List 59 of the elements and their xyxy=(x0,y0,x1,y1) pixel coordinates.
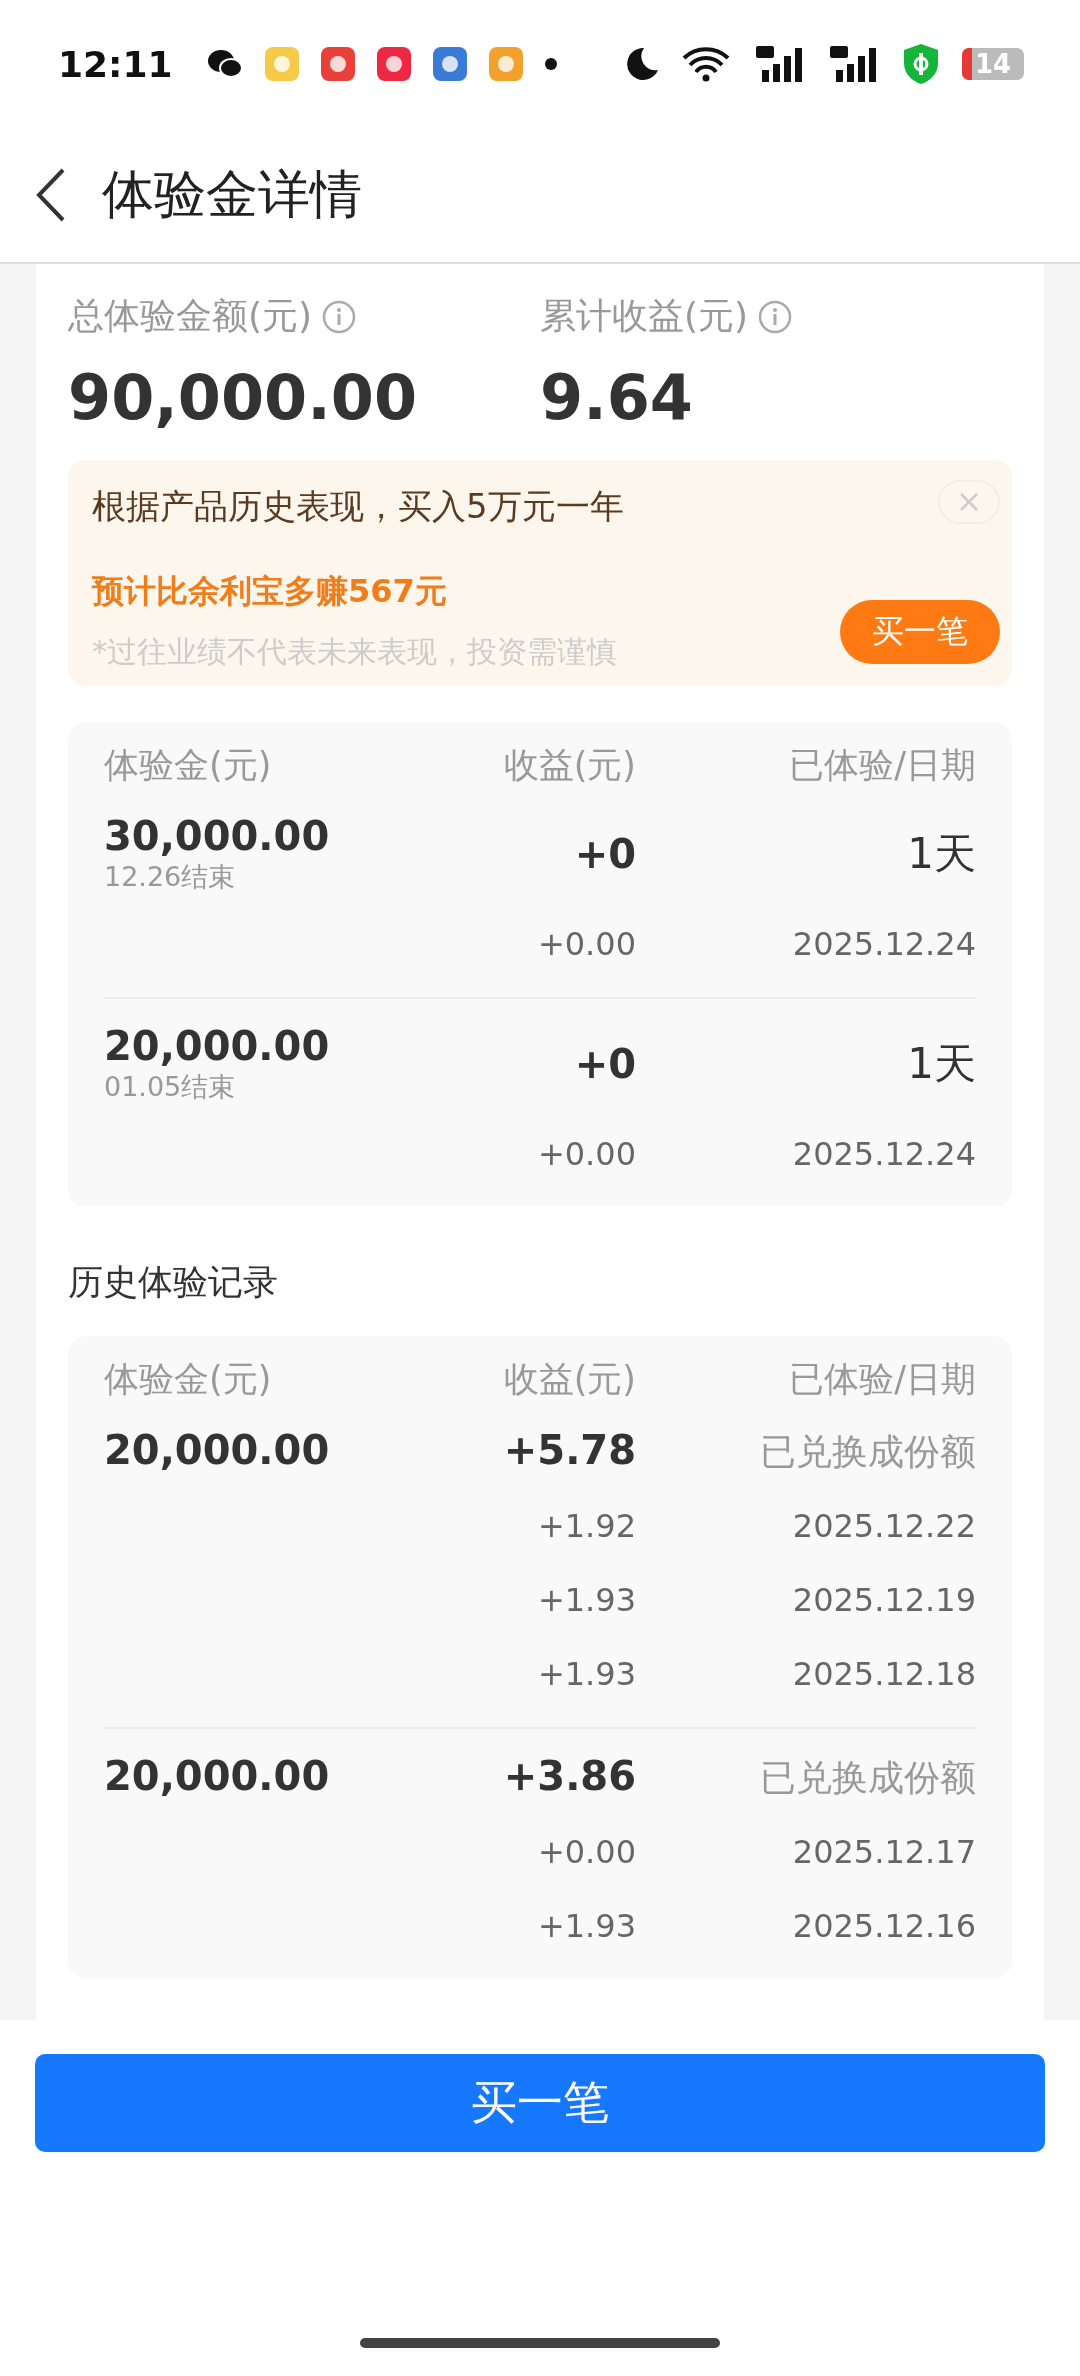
daily-gain-text: +0.00 xyxy=(536,1135,636,1173)
page-title: 体验金详情 xyxy=(102,163,362,226)
status-text: 已兑换成份额 xyxy=(759,1756,976,1800)
status-text: 1天 xyxy=(906,828,976,880)
column-header: 已体验/日期 xyxy=(788,1358,976,1401)
column-header: 体验金(元) xyxy=(104,744,273,787)
close-button[interactable] xyxy=(938,480,1000,524)
column-header: 收益(元) xyxy=(502,1358,636,1401)
status-time: 12:11 xyxy=(58,43,173,85)
column-header: 已体验/日期 xyxy=(788,744,976,787)
date-text: 2025.12.22 xyxy=(791,1507,976,1545)
banner-highlight: 预计比余利宝多赚567元 xyxy=(92,571,448,612)
gain-text: +0 xyxy=(573,831,636,877)
end-date-note: 01.05结束 xyxy=(104,1070,237,1104)
date-text: 2025.12.19 xyxy=(791,1581,976,1619)
amount-text: 20,000.00 xyxy=(104,1427,330,1473)
app-icon xyxy=(432,47,467,81)
date-text: 2025.12.24 xyxy=(791,925,976,963)
date-text: 2025.12.18 xyxy=(791,1655,976,1693)
daily-gain-text: +1.93 xyxy=(536,1655,636,1693)
gain-text: +0 xyxy=(573,1041,636,1087)
close-icon xyxy=(959,492,979,512)
status-text: 已兑换成份额 xyxy=(759,1430,976,1474)
daily-gain-text: +0.00 xyxy=(536,1833,636,1871)
amount-text: 20,000.00 xyxy=(104,1023,330,1069)
status-text: 1天 xyxy=(906,1038,976,1090)
daily-gain-text: +1.92 xyxy=(536,1507,636,1545)
summary-label: 累计收益(元) xyxy=(540,294,749,338)
wifi-icon xyxy=(682,46,732,82)
buy-button[interactable]: 买一笔 xyxy=(35,2054,1045,2152)
summary-value: 90,000.00 xyxy=(68,361,419,434)
end-date-note: 12.26结束 xyxy=(104,860,237,894)
section-title: 历史体验记录 xyxy=(68,1261,279,1304)
amount-text: 30,000.00 xyxy=(104,813,330,859)
moon-icon xyxy=(624,46,660,82)
daily-gain-text: +0.00 xyxy=(536,925,636,963)
column-header: 体验金(元) xyxy=(104,1358,273,1401)
gain-text: +5.78 xyxy=(502,1427,636,1473)
buy-small-button[interactable]: 买一笔 xyxy=(840,600,1000,664)
daily-gain-text: +1.93 xyxy=(536,1581,636,1619)
app-icon xyxy=(320,47,355,81)
app-icon xyxy=(488,47,523,81)
column-header: 收益(元) xyxy=(502,744,636,787)
date-text: 2025.12.17 xyxy=(791,1833,976,1871)
daily-gain-text: +1.93 xyxy=(536,1907,636,1945)
app-icon xyxy=(264,47,299,81)
amount-text: 20,000.00 xyxy=(104,1753,330,1799)
date-text: 2025.12.16 xyxy=(791,1907,976,1945)
back-icon[interactable] xyxy=(36,168,66,222)
info-icon[interactable] xyxy=(322,299,357,334)
banner-text: 根据产品历史表现，买入5万元一年 xyxy=(92,485,624,528)
info-icon[interactable] xyxy=(758,299,793,334)
summary-label: 总体验金额(元) xyxy=(68,294,313,338)
gain-text: +3.86 xyxy=(502,1753,636,1799)
summary-value: 9.64 xyxy=(540,361,694,434)
app-icon xyxy=(376,47,411,81)
battery-icon: 14 xyxy=(962,48,1024,80)
date-text: 2025.12.24 xyxy=(791,1135,976,1173)
dot-icon xyxy=(544,58,557,70)
